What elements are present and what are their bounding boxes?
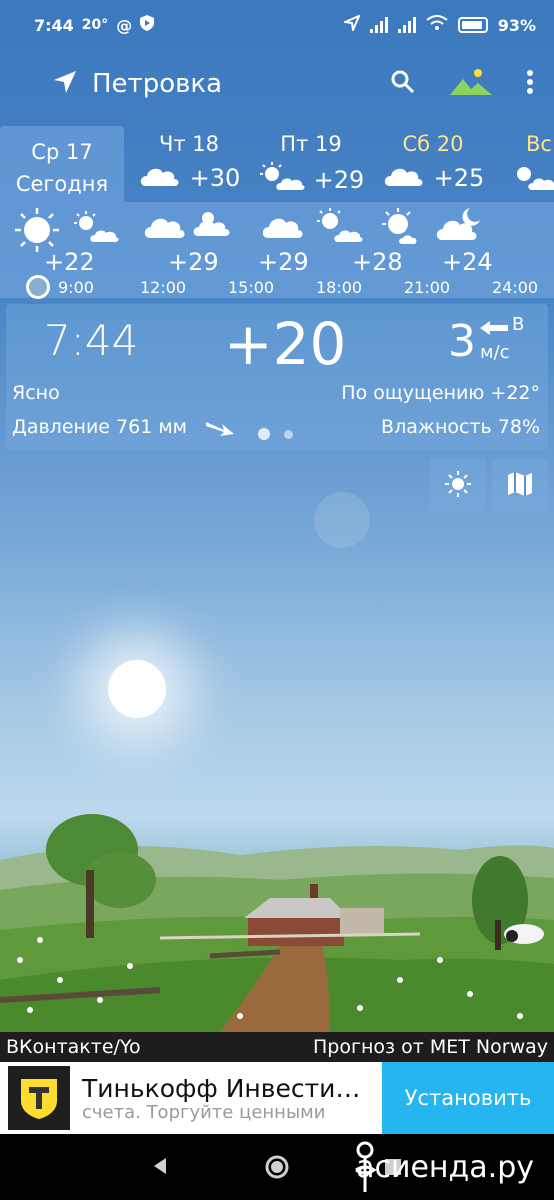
status-bar: 7:44 20° @ 93%	[0, 0, 554, 50]
moon-shape	[314, 492, 370, 548]
wifi-icon	[426, 15, 448, 35]
hour-time: 21:00	[404, 278, 451, 297]
tinkoff-logo-icon	[8, 1066, 70, 1130]
current-time-marker	[26, 275, 50, 299]
search-icon[interactable]	[390, 69, 416, 99]
sun-settings-button[interactable]	[430, 458, 486, 514]
sun-shape	[108, 660, 166, 718]
shield-icon	[140, 15, 155, 35]
current-temp: +20	[224, 310, 347, 378]
current-conditions-panel[interactable]: 7:44 +20 3 В м/с Ясно По ощущению +22° Д…	[6, 304, 548, 450]
home-icon[interactable]	[264, 1154, 290, 1184]
page-indicator-dot	[284, 430, 293, 439]
cloud-icon	[382, 162, 426, 194]
hour-time: 12:00	[140, 278, 187, 297]
day-label: Сегодня	[15, 172, 109, 196]
humidity: Влажность 78%	[381, 416, 540, 438]
sun-cloud-icon	[380, 206, 420, 250]
day-temp: +30	[189, 164, 241, 192]
day-item[interactable]: Сб 20 +25	[378, 126, 488, 202]
sun-settings-icon	[443, 469, 473, 503]
more-menu-icon[interactable]	[526, 69, 534, 99]
moon-cloud-icon	[434, 206, 484, 246]
sun-cloud-icon	[258, 162, 306, 198]
hour-temp: +29	[168, 248, 219, 276]
cloud-icon	[142, 210, 188, 244]
sun-cloud-icon	[192, 208, 238, 242]
day-name: Ср 17	[31, 140, 93, 164]
hour-temp: +29	[258, 248, 309, 276]
top-bar: Петровка	[0, 58, 554, 110]
location-arrow-icon	[341, 14, 361, 35]
sun-cloud-icon	[510, 162, 554, 198]
day-name: Вс	[526, 132, 552, 156]
sun-cloud-icon	[314, 206, 366, 248]
hour-time: 15:00	[228, 278, 275, 297]
map-icon	[506, 470, 534, 502]
days-strip: Ср 17 Сегодня Чт 18 +30 Пт 19 +29 Сб 20 …	[0, 126, 554, 202]
page-indicator-dot	[258, 428, 270, 440]
map-button[interactable]	[492, 458, 548, 514]
hour-temp: +22	[44, 248, 95, 276]
hour-temp: +24	[442, 248, 493, 276]
hourly-forecast[interactable]: +22 +29 +29 +28 +24 9:00 12:00 15:00 18:…	[0, 202, 554, 299]
day-name: Пт 19	[280, 132, 342, 156]
day-name: Чт 18	[158, 132, 220, 156]
ad-banner[interactable]: Тинькофф Инвести… счета. Торгуйте ценным…	[0, 1062, 554, 1134]
hour-time: 9:00	[58, 278, 94, 297]
landscape-icon[interactable]	[450, 67, 492, 101]
sun-cloud-icon	[72, 210, 120, 248]
status-temp: 20°	[81, 17, 109, 33]
day-item[interactable]: Вс	[510, 126, 554, 202]
vk-link[interactable]: ВКонтакте/Yo	[6, 1036, 141, 1058]
at-icon: @	[116, 15, 133, 35]
battery-icon	[457, 17, 488, 33]
pressure-trend-icon	[206, 420, 234, 442]
signal-icon	[369, 17, 388, 33]
day-temp: +29	[313, 166, 365, 194]
cloud-icon	[138, 162, 182, 194]
feels-like: По ощущению +22°	[341, 382, 540, 404]
hour-time: 24:00	[492, 278, 539, 297]
day-today[interactable]: Ср 17 Сегодня	[0, 126, 124, 202]
current-time: 7:44	[44, 316, 139, 365]
wind-arrow-icon	[480, 320, 508, 339]
status-time: 7:44	[34, 15, 74, 35]
landscape-illustration	[0, 780, 554, 1032]
hour-time: 18:00	[316, 278, 363, 297]
signal-icon-2	[397, 17, 416, 33]
footer-bar: ВКонтакте/Yo Прогноз от MET Norway	[0, 1032, 554, 1062]
back-icon[interactable]	[150, 1156, 170, 1180]
wind-direction: В	[512, 314, 525, 335]
location-icon[interactable]	[52, 69, 78, 99]
day-item[interactable]: Пт 19 +29	[256, 126, 366, 202]
ad-title: Тинькофф Инвести…	[82, 1074, 361, 1103]
ad-subtitle: счета. Торгуйте ценными	[82, 1102, 326, 1123]
cloud-icon	[260, 210, 306, 244]
wind-unit: м/с	[480, 342, 510, 363]
day-item[interactable]: Чт 18 +30	[134, 126, 244, 202]
condition-text: Ясно	[12, 382, 60, 404]
install-button[interactable]: Установить	[382, 1062, 554, 1134]
day-name: Сб 20	[402, 132, 464, 156]
hour-temp: +28	[352, 248, 403, 276]
day-temp: +25	[433, 164, 485, 192]
forecast-source[interactable]: Прогноз от MET Norway	[313, 1036, 548, 1058]
battery-level: 93%	[497, 15, 536, 35]
pressure: Давление 761 мм	[12, 416, 187, 438]
watermark-text: асиенда.ру	[356, 1150, 534, 1185]
wind-speed: 3	[448, 316, 476, 367]
location-name[interactable]: Петровка	[92, 69, 222, 99]
